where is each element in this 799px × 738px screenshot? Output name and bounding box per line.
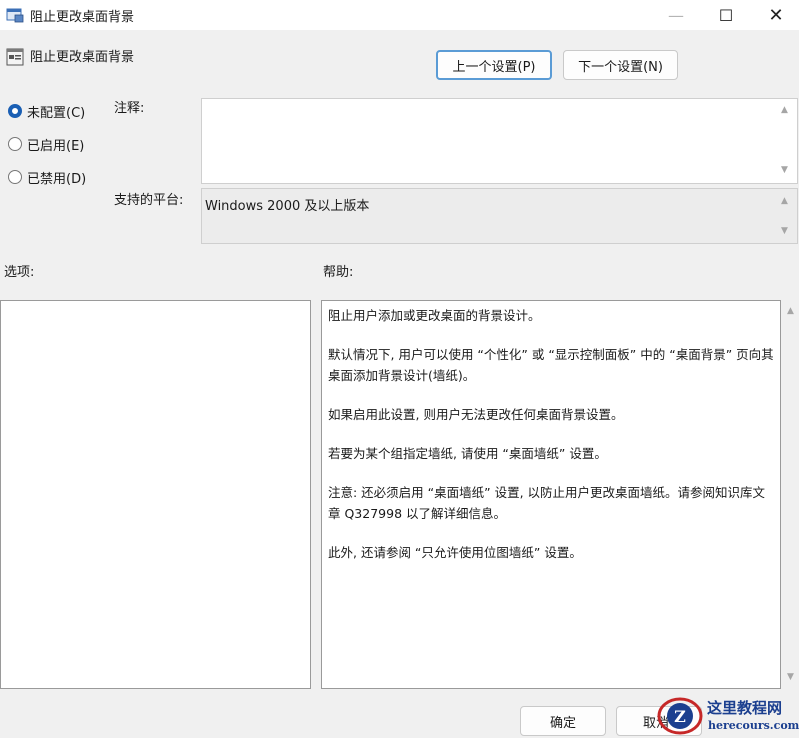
platform-label: 支持的平台:	[114, 193, 184, 208]
next-setting-button[interactable]: 下一个设置(N)	[563, 50, 678, 80]
comment-textarea[interactable]	[201, 98, 798, 184]
watermark-url: herecours.com	[708, 719, 799, 732]
help-paragraph: 如果启用此设置, 则用户无法更改任何桌面背景设置。	[328, 407, 624, 422]
policy-title: 阻止更改桌面背景	[30, 50, 135, 65]
radio-unchecked-icon	[8, 170, 22, 184]
minimize-button[interactable]: —	[652, 0, 700, 30]
radio-label: 已禁用(D)	[27, 171, 87, 187]
radio-label: 未配置(C)	[27, 105, 86, 121]
options-label: 选项:	[4, 265, 35, 280]
ok-button[interactable]: 确定	[520, 706, 606, 736]
scroll-up-icon[interactable]: ▲	[781, 196, 788, 206]
scroll-down-icon[interactable]: ▼	[787, 672, 794, 682]
maximize-button[interactable]: ☐	[702, 0, 750, 30]
policy-setting-icon	[6, 48, 24, 66]
radio-unchecked-icon	[8, 137, 22, 151]
comment-label: 注释:	[114, 101, 145, 116]
svg-text:Z: Z	[674, 707, 686, 726]
help-paragraph: 默认情况下, 用户可以使用 “个性化” 或 “显示控制面板” 中的 “桌面背景”…	[328, 347, 774, 383]
radio-enabled[interactable]: 已启用(E)	[8, 134, 84, 154]
close-button[interactable]: ✕	[752, 0, 799, 30]
scroll-down-icon[interactable]: ▼	[781, 165, 788, 175]
watermark-title: 这里教程网	[707, 699, 783, 717]
radio-not-configured[interactable]: 未配置(C)	[8, 101, 85, 121]
help-label: 帮助:	[323, 265, 354, 280]
scroll-up-icon[interactable]: ▲	[781, 105, 788, 115]
scroll-up-icon[interactable]: ▲	[787, 306, 794, 316]
options-panel	[0, 300, 311, 689]
platform-value: Windows 2000 及以上版本	[205, 199, 370, 214]
help-paragraph: 阻止用户添加或更改桌面的背景设计。	[328, 308, 541, 323]
radio-checked-icon	[8, 104, 22, 118]
radio-disabled[interactable]: 已禁用(D)	[8, 167, 86, 187]
help-paragraph: 若要为某个组指定墙纸, 请使用 “桌面墙纸” 设置。	[328, 446, 607, 461]
radio-label: 已启用(E)	[27, 138, 85, 154]
policy-icon	[6, 6, 24, 24]
previous-setting-button[interactable]: 上一个设置(P)	[436, 50, 552, 80]
window-title: 阻止更改桌面背景	[30, 10, 135, 25]
help-panel: 阻止用户添加或更改桌面的背景设计。 默认情况下, 用户可以使用 “个性化” 或 …	[321, 300, 781, 689]
help-paragraph: 注意: 还必须启用 “桌面墙纸” 设置, 以防止用户更改桌面墙纸。请参阅知识库文…	[328, 485, 766, 521]
help-paragraph: 此外, 还请参阅 “只允许使用位图墙纸” 设置。	[328, 545, 582, 560]
scroll-down-icon[interactable]: ▼	[781, 226, 788, 236]
